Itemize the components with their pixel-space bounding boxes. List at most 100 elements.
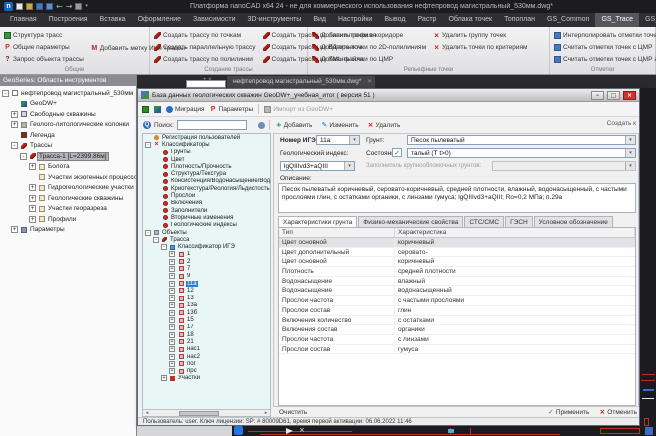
tree-item[interactable]: +нас1 [143, 346, 270, 353]
sync-icon[interactable] [154, 106, 161, 113]
ribbon-button[interactable]: Удалить точки по критериям [433, 42, 527, 53]
tree-item[interactable]: Консистенция/Водонасыщение/Водопроницаем… [143, 178, 270, 185]
scroll-left-icon[interactable]: ◂ [143, 410, 151, 417]
table-row[interactable]: Водонасыщениевлажный [279, 277, 635, 287]
table-row[interactable]: Прослои частотас частыми прослоями [279, 296, 635, 306]
collapse-toggle-icon[interactable]: - [145, 142, 151, 148]
clear-button[interactable]: Очистить [279, 409, 307, 416]
dialog-tab[interactable]: Условное обозначение [534, 216, 613, 227]
tree-item[interactable]: +21 [143, 338, 270, 345]
ribbon-button[interactable]: Структура трасс [4, 30, 84, 41]
table-row[interactable]: Плотностьсредней плотности [279, 267, 635, 277]
ribbon-button[interactable]: Добавить точки по ЦМР [312, 54, 426, 65]
tree-item[interactable]: +12 [143, 287, 270, 294]
expand-toggle-icon[interactable]: + [169, 346, 175, 352]
parameters-button[interactable]: Параметры [210, 106, 254, 113]
ribbon-button[interactable]: Интерполировать отметки точек [554, 30, 656, 41]
scroll-right-icon[interactable]: ▸ [262, 410, 270, 417]
tree-item[interactable]: +2 [143, 258, 270, 265]
tree-item[interactable]: -Классификатор ИГЭ [143, 243, 270, 250]
tree-item[interactable]: +Участки [143, 375, 270, 382]
dialog-close-button[interactable]: × [623, 91, 636, 100]
print-icon[interactable] [75, 3, 82, 10]
tree-item[interactable]: +Участки георазреза [0, 204, 136, 215]
dialog-tab[interactable]: Физико-механические свойства [358, 216, 463, 227]
expand-toggle-icon[interactable]: + [169, 251, 175, 257]
expand-toggle-icon[interactable]: + [11, 226, 18, 233]
tree-item[interactable]: Регистрация пользователей [143, 134, 270, 141]
table-row[interactable]: Прослои составгумуса [279, 345, 635, 355]
tree-item[interactable]: +Болота [0, 162, 136, 173]
table-row[interactable]: Цвет основнойкоричневый [279, 238, 635, 248]
tree-item[interactable]: +13б [143, 309, 270, 316]
expand-toggle-icon[interactable]: + [169, 324, 175, 330]
expand-toggle-icon[interactable]: + [169, 339, 175, 345]
expand-toggle-icon[interactable]: + [169, 295, 175, 301]
ribbon-tab[interactable]: Растр [412, 13, 443, 27]
expand-toggle-icon[interactable]: + [169, 259, 175, 265]
tree-item[interactable]: +15 [143, 316, 270, 323]
tree-item[interactable]: +Геолого-литологические колонки [0, 120, 136, 131]
tree-item[interactable]: -Трассы [0, 141, 136, 152]
expand-toggle-icon[interactable]: + [29, 205, 36, 212]
create-copy-button[interactable]: Создать к [607, 120, 636, 127]
tree-item[interactable]: Геологические индексы [143, 222, 270, 229]
soil-select[interactable]: Песок пылеватый [407, 135, 636, 145]
ribbon-button[interactable]: Добавить точки по 2D-полилиниям [312, 42, 426, 53]
tree-item[interactable]: Включения [143, 200, 270, 207]
table-row[interactable]: Цвет основнойкоричневый [279, 257, 635, 267]
edit-record-button[interactable]: ✎ Изменить [321, 122, 358, 129]
tree-item[interactable]: +9 [143, 273, 270, 280]
qat-dropdown-icon[interactable] [85, 3, 88, 10]
tree-item[interactable]: Криотекстура/Реология/Льдистость [143, 185, 270, 192]
table-row[interactable]: Включения составорганики [279, 325, 635, 335]
table-row[interactable]: Водонасыщениеводонасыщенный [279, 286, 635, 296]
ribbon-tab[interactable]: Оформление [132, 13, 187, 27]
ribbon-tab[interactable]: Зависимости [187, 13, 241, 27]
collapse-toggle-icon[interactable]: - [161, 244, 167, 250]
tree-horizontal-scrollbar[interactable]: ◂ ▸ [143, 409, 270, 416]
drawing-area-bottom[interactable]: × [137, 426, 656, 436]
expand-toggle-icon[interactable]: + [169, 273, 175, 279]
dialog-maximize-button[interactable]: □ [607, 91, 620, 100]
ribbon-tab[interactable]: GS_Geology [639, 13, 656, 27]
undo-icon[interactable] [56, 3, 63, 10]
panel-pin-icon[interactable]: + × [203, 77, 212, 83]
tree-item[interactable]: Цвет [143, 156, 270, 163]
expand-toggle-icon[interactable]: + [169, 288, 175, 294]
ribbon-button[interactable]: Запрос объекта трассы [4, 54, 84, 65]
expand-toggle-icon[interactable]: + [169, 310, 175, 316]
table-row[interactable]: Прослои частотас линзами [279, 335, 635, 345]
ribbon-tab[interactable]: Облака точек [442, 13, 498, 27]
tree-item[interactable]: +пог [143, 360, 270, 367]
dialog-tab[interactable]: ГЭСН [505, 216, 533, 227]
dialog-titlebar[interactable]: База данных геологических скважин GeoDW+… [138, 89, 639, 102]
table-header-cell[interactable]: Характеристика [395, 228, 635, 237]
ribbon-button[interactable]: Создать трассу по точкам [154, 30, 256, 41]
tool-panel-header[interactable]: GeoSeries: Область инструментов [0, 75, 136, 86]
tree-item[interactable]: -Классификаторы [143, 141, 270, 148]
tree-item[interactable]: +Профили [0, 214, 136, 225]
drawing-area-right[interactable] [640, 88, 656, 436]
ribbon-button[interactable]: Считать отметки точек с ЦМР авт [554, 54, 656, 65]
expand-toggle-icon[interactable]: + [29, 216, 36, 223]
filter-icon[interactable] [258, 122, 265, 129]
expand-toggle-icon[interactable]: + [169, 354, 175, 360]
tree-item[interactable]: -Объекты [143, 229, 270, 236]
ribbon-button[interactable]: Удалить группу точек [433, 30, 527, 41]
expand-toggle-icon[interactable]: + [161, 375, 167, 381]
ribbon-button[interactable]: Создать трассу по полилинии [154, 54, 256, 65]
tree-item[interactable]: +11а [143, 280, 270, 287]
ribbon-tab[interactable]: GS_Common [541, 13, 595, 27]
import-geodw-button[interactable]: Импорт из GeoDW+ [264, 106, 333, 113]
tree-item[interactable]: Заполнители [143, 207, 270, 214]
expand-toggle-icon[interactable]: + [169, 266, 175, 272]
ribbon-button[interactable]: Создать параллельную трассу [154, 42, 256, 53]
table-row[interactable]: Прослои составглин [279, 306, 635, 316]
tree-item[interactable]: Вторичные изменения [143, 214, 270, 221]
tree-item[interactable]: Плотность/Прочность [143, 163, 270, 170]
expand-toggle-icon[interactable]: + [169, 302, 175, 308]
expand-toggle-icon[interactable]: + [169, 317, 175, 323]
apply-button[interactable]: ✓ Применить [548, 409, 589, 416]
tree-item[interactable]: Участки экзогенных процессов [0, 172, 136, 183]
